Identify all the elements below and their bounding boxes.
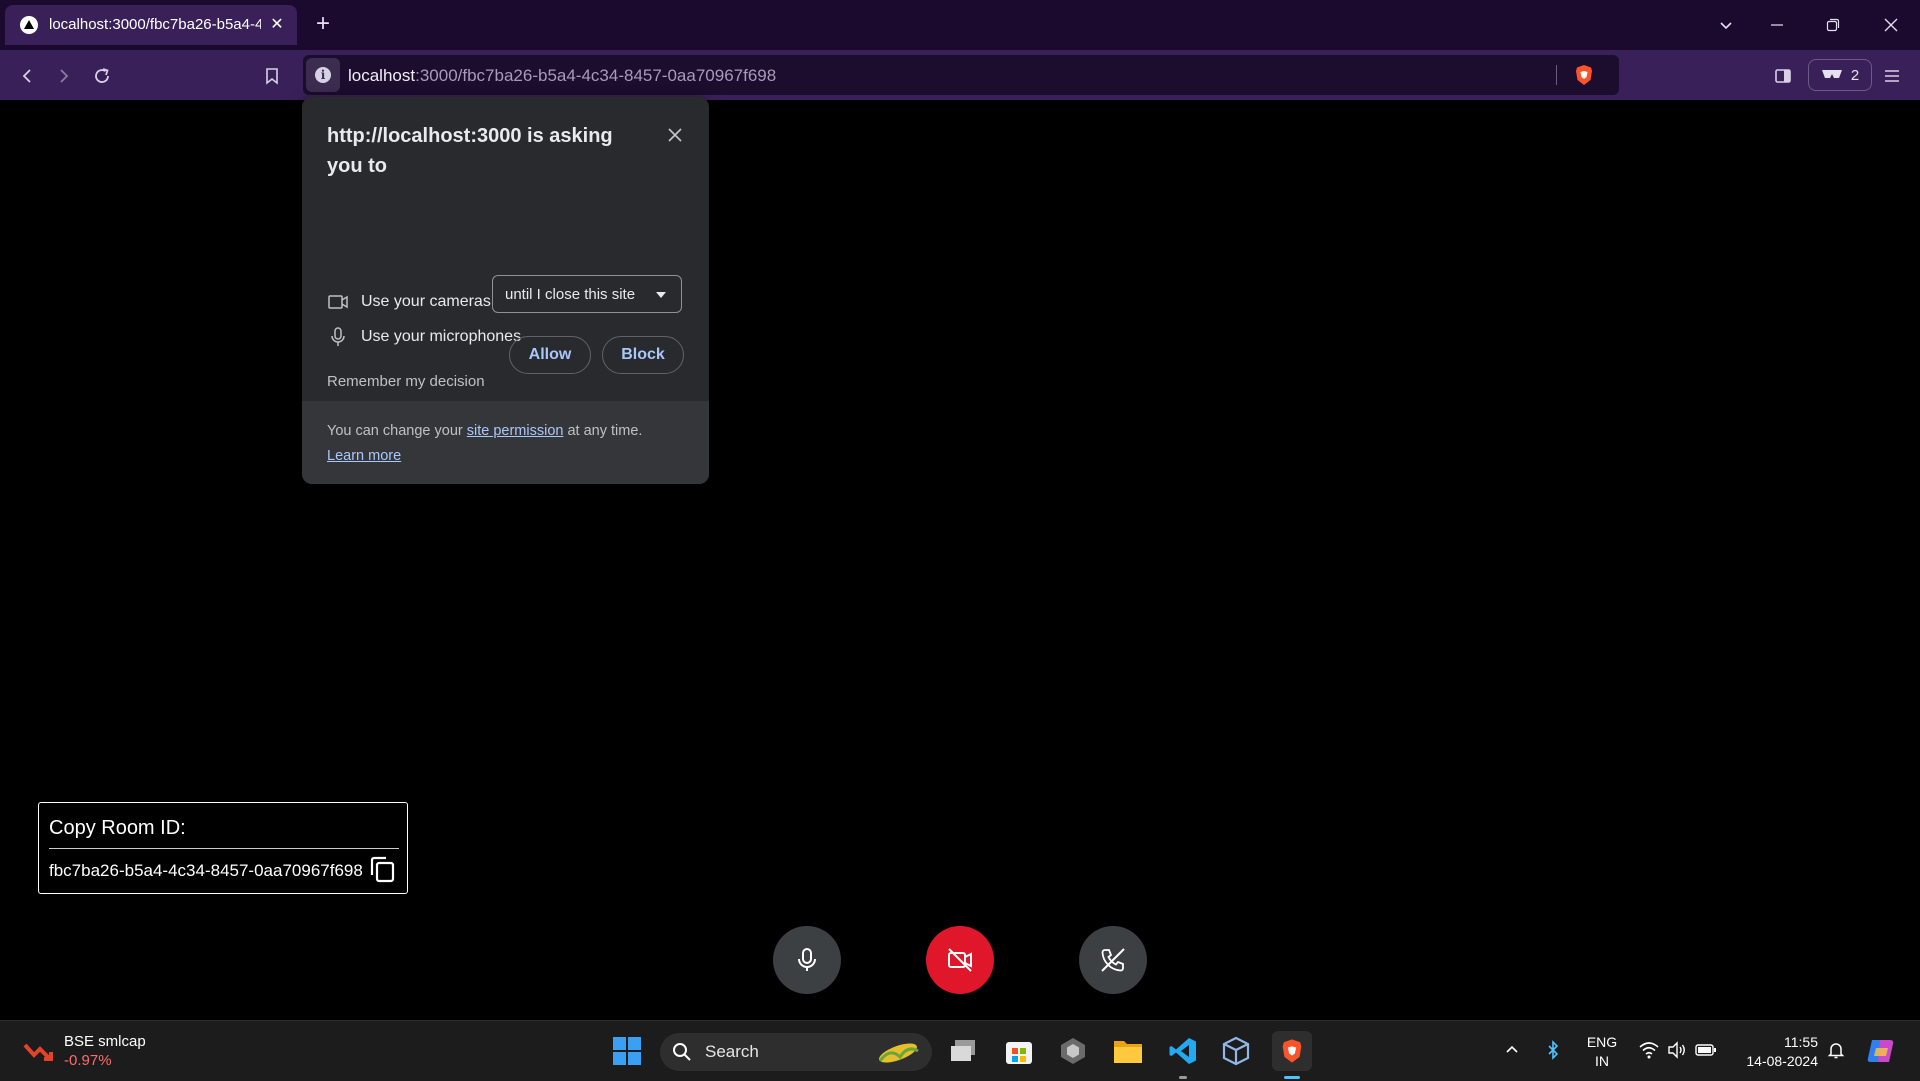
sidebar-icon[interactable] xyxy=(1769,62,1797,90)
search-placeholder: Search xyxy=(705,1042,759,1061)
brave-rewards-button[interactable]: 2 xyxy=(1808,59,1872,91)
running-indicator xyxy=(1179,1076,1187,1079)
bluetooth-icon[interactable] xyxy=(1540,1037,1566,1063)
reload-icon[interactable] xyxy=(88,62,116,90)
room-id-card: Copy Room ID: fbc7ba26-b5a4-4c34-8457-0a… xyxy=(38,802,408,894)
url-host: localhost xyxy=(348,66,416,85)
search-highlight-icon xyxy=(878,1043,919,1063)
end-call-button[interactable] xyxy=(1079,926,1147,994)
app-icon[interactable] xyxy=(1053,1031,1093,1071)
back-icon[interactable] xyxy=(13,62,41,90)
restore-icon[interactable] xyxy=(1818,12,1848,38)
room-id-value: fbc7ba26-b5a4-4c34-8457-0aa70967f698 xyxy=(49,861,363,880)
permission-item-label: Use your microphones xyxy=(361,328,522,345)
clock-time: 11:55 xyxy=(1784,1034,1818,1050)
microphone-button[interactable] xyxy=(773,926,841,994)
window-close-icon[interactable] xyxy=(1876,12,1906,38)
lang-line-1: ENG xyxy=(1586,1034,1618,1050)
block-button[interactable]: Block xyxy=(602,336,684,374)
url-separator xyxy=(1556,65,1557,85)
footer-prefix: You can change your xyxy=(327,423,467,439)
battery-icon[interactable] xyxy=(1693,1037,1719,1063)
footer-suffix: at any time. xyxy=(563,423,643,439)
volume-icon[interactable] xyxy=(1664,1037,1690,1063)
bookmark-icon[interactable] xyxy=(258,62,286,90)
lang-line-2: IN xyxy=(1595,1053,1609,1069)
vscode-icon[interactable] xyxy=(1163,1031,1203,1079)
widget-name: BSE smlcap xyxy=(64,1033,146,1050)
taskbar: BSE smlcap -0.97% Search ENG IN 11:55 14… xyxy=(0,1020,1920,1081)
task-view-icon[interactable] xyxy=(944,1031,984,1071)
camera-off-icon xyxy=(948,948,972,972)
address-bar[interactable]: i localhost:3000/fbc7ba26-b5a4-4c34-8457… xyxy=(303,55,1619,95)
footer-text: You can change your site permission at a… xyxy=(327,419,687,469)
vercel-favicon-icon xyxy=(20,16,38,34)
permission-item-microphones: Use your microphones xyxy=(327,325,521,349)
room-divider xyxy=(49,848,399,849)
mic-icon xyxy=(327,326,349,348)
search-icon xyxy=(673,1043,691,1061)
url-text[interactable]: localhost:3000/fbc7ba26-b5a4-4c34-8457-0… xyxy=(348,66,776,86)
permission-dialog: http://localhost:3000 is asking you to U… xyxy=(302,97,709,484)
stock-trend-icon xyxy=(23,1043,53,1061)
site-permission-link[interactable]: site permission xyxy=(467,423,564,439)
forward-icon[interactable] xyxy=(50,62,78,90)
widget-change: -0.97% xyxy=(64,1052,112,1069)
taskbar-search[interactable]: Search xyxy=(660,1033,932,1071)
new-tab-button[interactable]: + xyxy=(312,12,334,36)
menu-icon[interactable] xyxy=(1878,62,1906,90)
active-indicator xyxy=(1284,1076,1300,1079)
learn-more-link[interactable]: Learn more xyxy=(327,448,401,464)
clock-date: 14-08-2024 xyxy=(1746,1053,1818,1069)
tab-title: localhost:3000/fbc7ba26-b5a4-4c34-8457-0… xyxy=(49,16,261,33)
permission-footer: You can change your site permission at a… xyxy=(302,401,709,484)
browser-tab[interactable]: localhost:3000/fbc7ba26-b5a4-4c34-8457-0… xyxy=(5,5,297,45)
close-icon[interactable] xyxy=(663,123,687,147)
notification-icon[interactable] xyxy=(1823,1037,1849,1063)
show-hidden-icons-icon[interactable] xyxy=(1499,1037,1525,1063)
copy-icon[interactable] xyxy=(368,855,398,885)
room-id-label: Copy Room ID: xyxy=(49,817,186,839)
tab-search-chevron-icon[interactable] xyxy=(1711,12,1741,38)
system-clock[interactable]: 11:55 14-08-2024 xyxy=(1734,1033,1818,1071)
caret-down-icon xyxy=(656,292,666,298)
microsoft-store-icon[interactable] xyxy=(999,1031,1039,1071)
remember-decision-value: until I close this site xyxy=(505,285,636,303)
mic-icon xyxy=(798,948,816,971)
permission-item-label: Use your cameras xyxy=(361,293,491,310)
rewards-triangle-icon xyxy=(1821,70,1842,78)
minimize-icon[interactable] xyxy=(1762,12,1792,38)
remember-decision-select[interactable]: until I close this site xyxy=(492,275,682,313)
camera-icon xyxy=(327,291,349,313)
wifi-icon[interactable] xyxy=(1636,1037,1662,1063)
start-icon[interactable] xyxy=(607,1031,647,1071)
url-path: :3000/fbc7ba26-b5a4-4c34-8457-0aa70967f6… xyxy=(415,66,777,85)
brave-browser-icon[interactable] xyxy=(1272,1031,1312,1079)
input-language[interactable]: ENG IN xyxy=(1584,1033,1620,1071)
rewards-count: 2 xyxy=(1850,66,1860,84)
remember-decision-label: Remember my decision xyxy=(327,373,485,390)
virtualbox-icon[interactable] xyxy=(1216,1031,1256,1071)
stock-widget[interactable]: BSE smlcap -0.97% xyxy=(22,1032,146,1070)
copilot-icon[interactable] xyxy=(1864,1034,1898,1068)
camera-toggle-button[interactable] xyxy=(926,926,994,994)
file-explorer-icon[interactable] xyxy=(1108,1031,1148,1071)
brave-shields-icon[interactable] xyxy=(1572,63,1596,87)
permission-item-cameras: Use your cameras xyxy=(327,290,491,314)
allow-button[interactable]: Allow xyxy=(509,336,591,374)
tab-strip: localhost:3000/fbc7ba26-b5a4-4c34-8457-0… xyxy=(0,0,1920,50)
browser-toolbar: i localhost:3000/fbc7ba26-b5a4-4c34-8457… xyxy=(0,50,1920,100)
phone-off-icon xyxy=(1101,948,1125,972)
site-info-icon[interactable]: i xyxy=(306,58,340,92)
permission-title: http://localhost:3000 is asking you to xyxy=(327,125,613,177)
tab-close-icon[interactable]: ✕ xyxy=(267,15,287,35)
